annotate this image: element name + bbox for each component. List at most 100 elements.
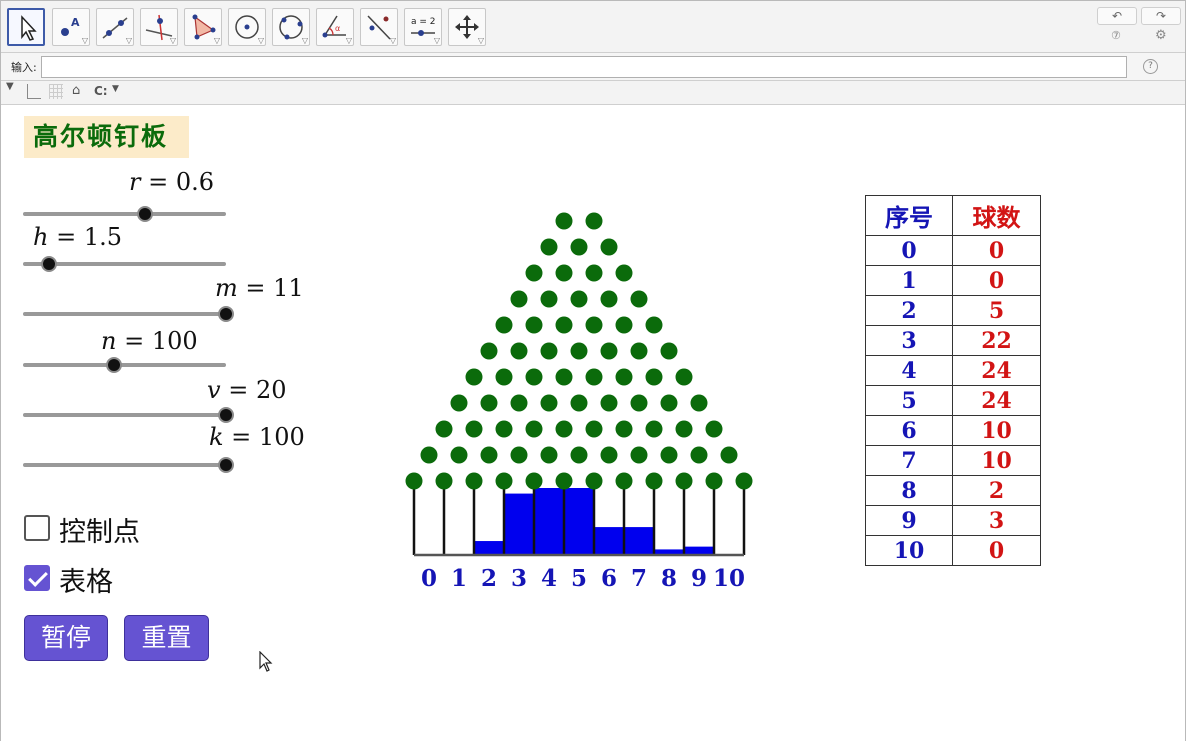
peg	[555, 420, 573, 438]
peg	[465, 368, 483, 386]
input-help-icon[interactable]: ?	[1143, 59, 1158, 74]
table-checkbox[interactable]	[24, 565, 50, 591]
pause-button[interactable]: 暂停	[24, 615, 108, 661]
peg	[630, 446, 648, 464]
peg	[555, 212, 573, 230]
table-cell-count: 10	[952, 415, 1041, 446]
table-row: 10	[865, 265, 1041, 296]
table-cell-count: 24	[952, 385, 1041, 416]
histogram-bar	[534, 488, 564, 555]
move-tool[interactable]	[7, 8, 45, 46]
peg	[585, 420, 603, 438]
slider-v-track[interactable]	[23, 413, 226, 417]
slider-m-knob[interactable]	[218, 306, 234, 322]
histogram-bar	[504, 493, 534, 555]
peg	[540, 238, 558, 256]
control-points-checkbox[interactable]	[24, 515, 50, 541]
table-row: 25	[865, 295, 1041, 326]
peg	[495, 420, 513, 438]
geogebra-window: A ▽ ▽ ▽ ▽ ▽ ▽ α ▽ ▽ a = 2 ▽ ▽ ↶ ↷ ⑦ ⚙ 输入…	[0, 0, 1186, 741]
peg	[705, 472, 723, 490]
slider-k-knob[interactable]	[218, 457, 234, 473]
gear-icon[interactable]: ⚙	[1155, 28, 1167, 43]
table-cell-index: 4	[865, 355, 953, 386]
peg	[675, 420, 693, 438]
slider-k-track[interactable]	[23, 463, 226, 467]
peg	[555, 316, 573, 334]
table-cell-count: 2	[952, 475, 1041, 506]
bin-label: 7	[631, 565, 647, 592]
histogram-bar	[474, 541, 504, 555]
peg	[465, 420, 483, 438]
perpendicular-tool[interactable]: ▽	[140, 8, 178, 46]
table-cell-count: 0	[952, 265, 1041, 296]
peg	[660, 342, 678, 360]
table-cell-count: 0	[952, 235, 1041, 266]
table-cell-index: 9	[865, 505, 953, 536]
table-row: 3 22	[865, 325, 1041, 356]
input-field[interactable]	[41, 56, 1127, 78]
peg	[645, 472, 663, 490]
bin-label: 0	[421, 565, 437, 592]
home-icon[interactable]: ⌂	[72, 83, 80, 98]
bin-label: 1	[451, 565, 467, 592]
peg	[645, 420, 663, 438]
slider-n-track[interactable]	[23, 363, 226, 367]
table-row: 5 24	[865, 385, 1041, 416]
slider-k-label: k = 100	[209, 423, 305, 451]
table-cell-index: 2	[865, 295, 953, 326]
grid-toggle-icon[interactable]	[49, 84, 63, 99]
bin-label: 3	[511, 565, 527, 592]
peg	[660, 394, 678, 412]
peg	[675, 472, 693, 490]
histogram-bar	[624, 527, 654, 555]
control-points-label: 控制点	[59, 517, 140, 548]
table-cell-count: 22	[952, 325, 1041, 356]
peg	[615, 264, 633, 282]
help-icon[interactable]: ⑦	[1111, 29, 1121, 42]
peg	[495, 316, 513, 334]
table-cell-index: 1	[865, 265, 953, 296]
circle-three-points-tool[interactable]: ▽	[272, 8, 310, 46]
peg	[495, 472, 513, 490]
undo-button[interactable]: ↶	[1097, 7, 1137, 25]
redo-button[interactable]: ↷	[1141, 7, 1181, 25]
peg	[525, 264, 543, 282]
peg	[540, 446, 558, 464]
table-cell-index: 10	[865, 535, 953, 566]
peg	[510, 394, 528, 412]
slider-tool[interactable]: a = 2 ▽	[404, 8, 442, 46]
chevron-down-icon[interactable]: ▼	[112, 84, 119, 94]
slider-m-track[interactable]	[23, 312, 226, 316]
slider-n-knob[interactable]	[106, 357, 123, 373]
input-label: 输入:	[11, 61, 37, 74]
table-cell-count: 10	[952, 445, 1041, 476]
peg	[630, 394, 648, 412]
slider-r-knob[interactable]	[136, 206, 153, 222]
peg	[735, 472, 753, 490]
zoom-level-label[interactable]: C:	[94, 84, 108, 98]
slider-r-track[interactable]	[23, 212, 226, 216]
slider-v-knob[interactable]	[218, 407, 234, 423]
line-tool[interactable]: ▽	[96, 8, 134, 46]
peg	[720, 446, 738, 464]
peg	[525, 420, 543, 438]
reflect-tool[interactable]: ▽	[360, 8, 398, 46]
svg-text:A: A	[71, 16, 80, 29]
slider-n-label: n = 100	[101, 327, 198, 355]
reset-button[interactable]: 重置	[124, 615, 209, 661]
bin-label: 2	[481, 565, 497, 592]
bin-label: 9	[691, 565, 707, 592]
angle-tool[interactable]: α ▽	[316, 8, 354, 46]
point-tool[interactable]: A ▽	[52, 8, 90, 46]
polygon-tool[interactable]: ▽	[184, 8, 222, 46]
axes-toggle-icon[interactable]	[27, 84, 41, 99]
circle-center-tool[interactable]: ▽	[228, 8, 266, 46]
slider-h-label: h = 1.5	[33, 223, 123, 251]
peg	[495, 368, 513, 386]
slider-h-knob[interactable]	[41, 256, 58, 272]
view-menu-triangle-icon[interactable]: ▼	[6, 81, 14, 92]
move-view-tool[interactable]: ▽	[448, 8, 486, 46]
bin-label: 4	[541, 565, 557, 592]
graphics-canvas[interactable]: 高尔顿钉板 r = 0.6 h = 1.5 m = 11 n = 100 v =…	[1, 106, 1185, 741]
